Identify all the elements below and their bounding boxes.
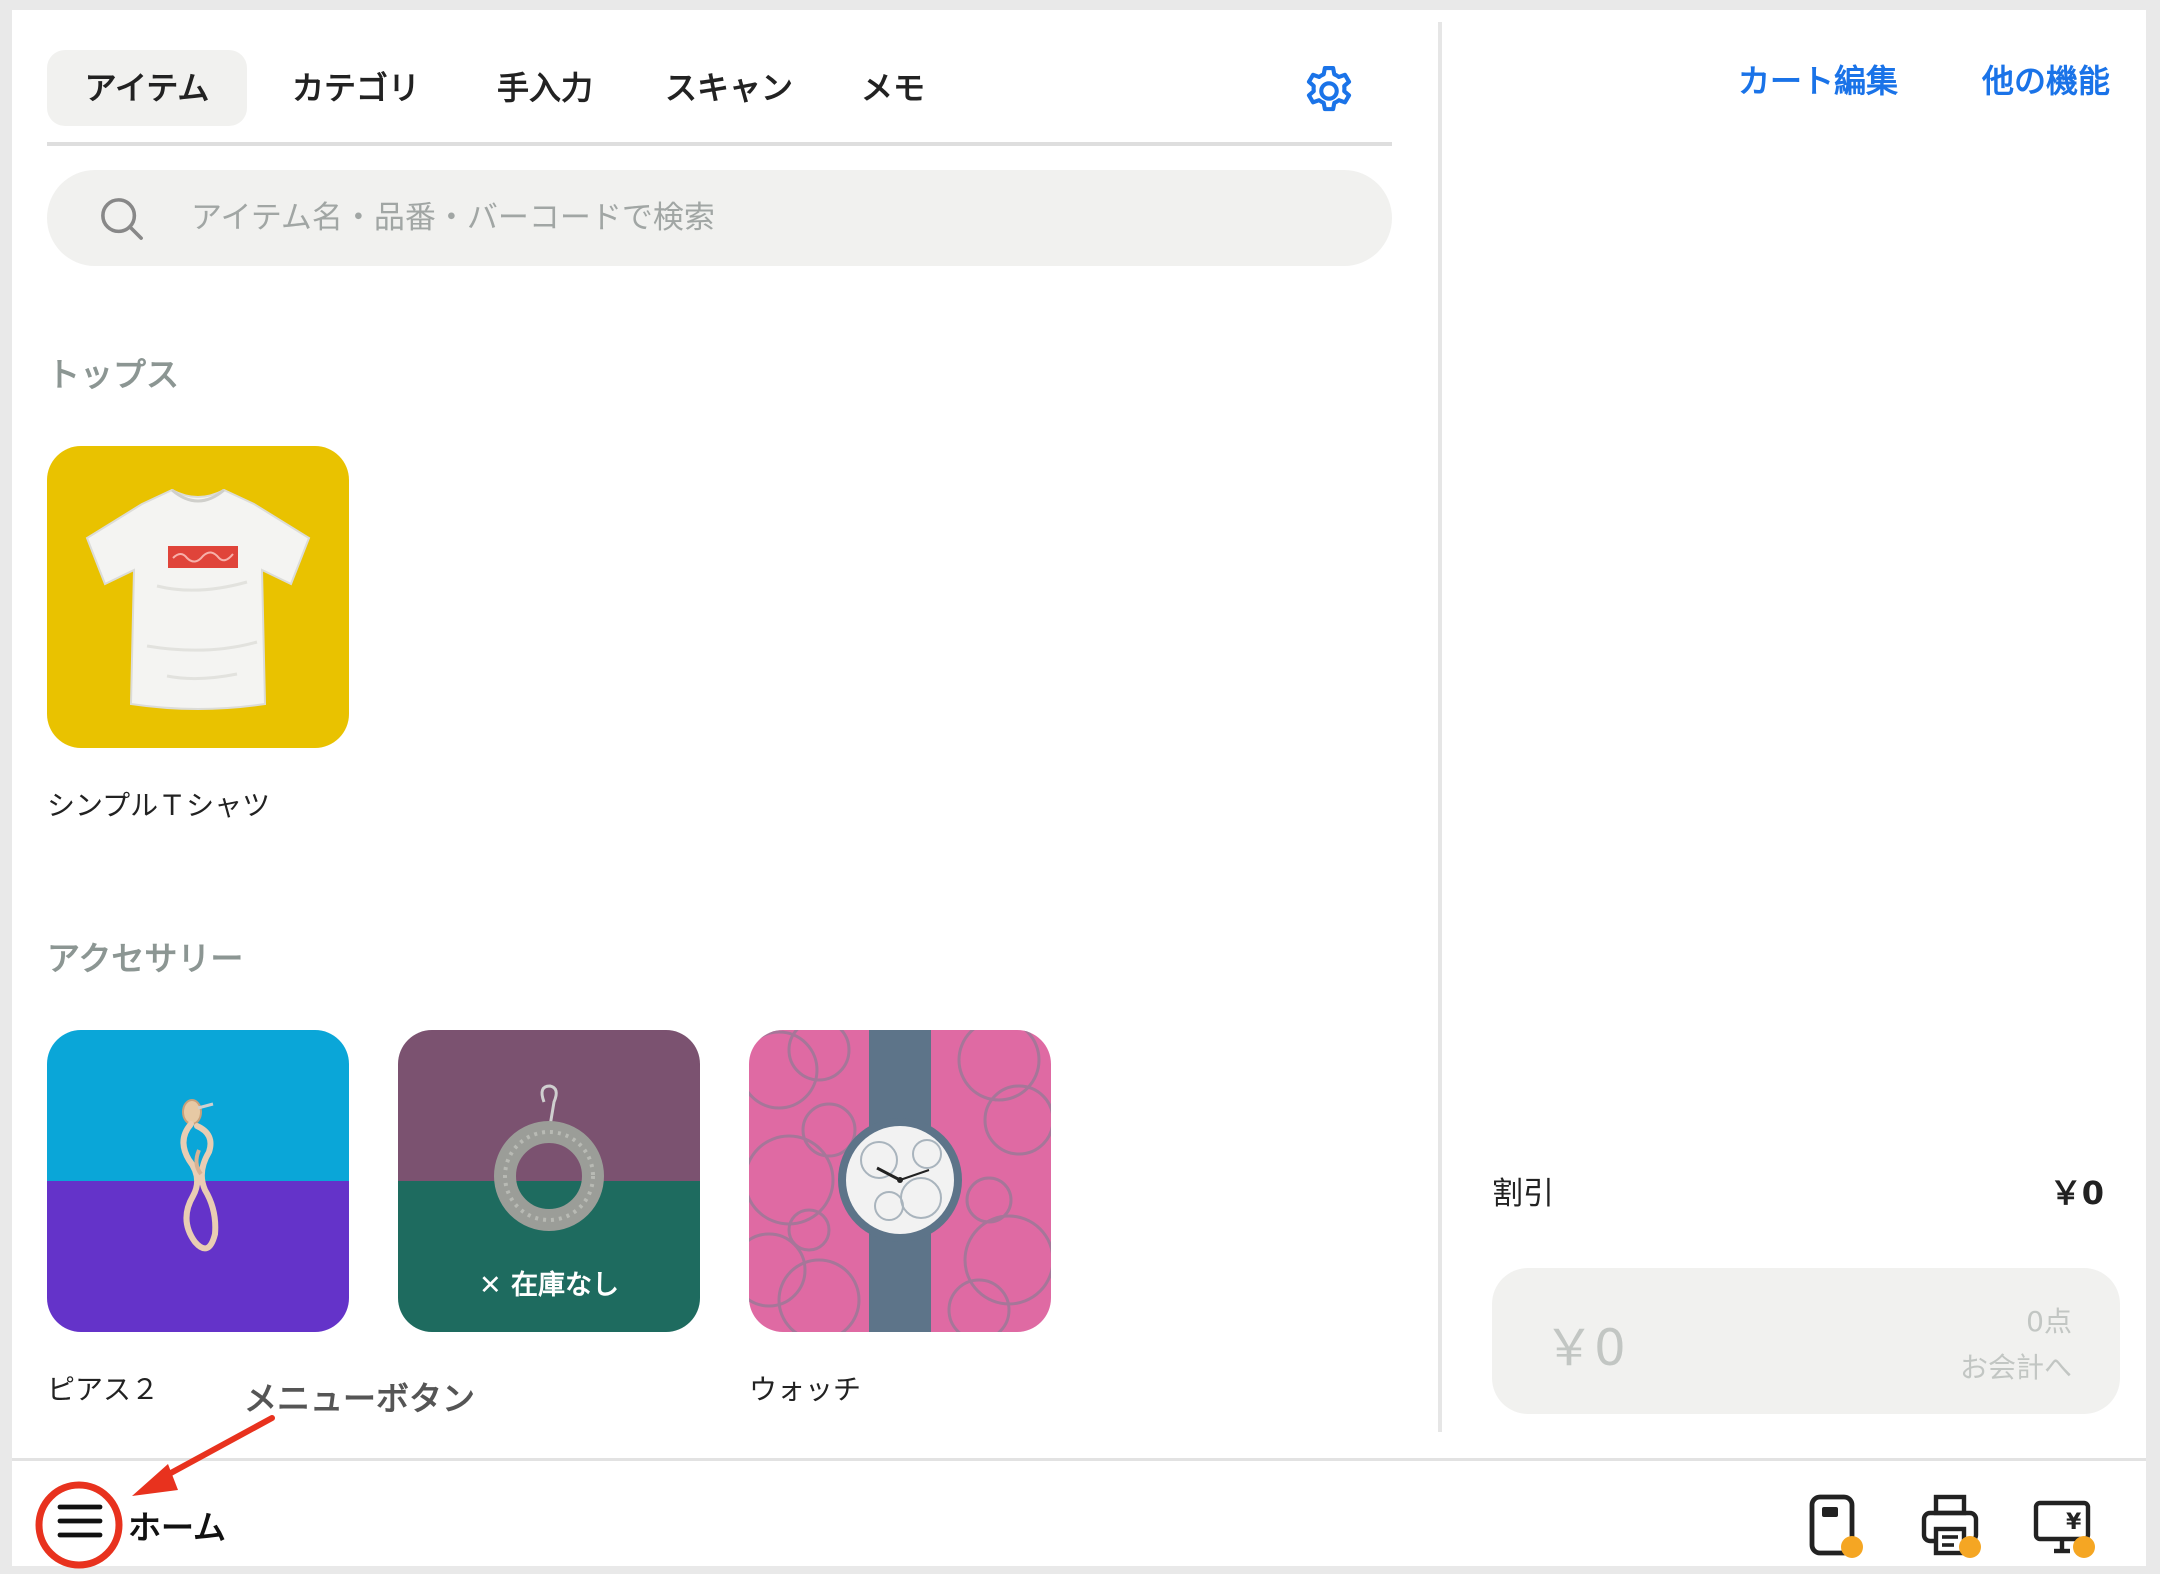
cart-panel: カート編集 他の機能 割引 ￥0 ￥0 0点 お会計へ: [1442, 10, 2146, 1456]
bottom-bar: ホーム ¥: [12, 1458, 2146, 1566]
search-icon: [101, 198, 143, 240]
item-card-earrings[interactable]: ピアス２: [47, 1030, 349, 1410]
item-image-tshirt: [47, 446, 349, 748]
item-count: 0点: [2026, 1305, 2072, 1338]
gear-icon[interactable]: [1300, 62, 1358, 120]
checkout-button[interactable]: ￥0 0点 お会計へ: [1492, 1268, 2120, 1414]
page-title: ホーム: [128, 1508, 227, 1547]
section-title-tops: トップス: [47, 355, 179, 394]
checkout-label: お会計へ: [1959, 1351, 2072, 1384]
item-name-tshirt: シンプルＴシャツ: [47, 789, 271, 822]
section-title-accessories: アクセサリー: [47, 939, 244, 978]
item-panel: アイテム カテゴリ 手入力 スキャン メモ アイテム名・品番・バーコードで検索 …: [12, 10, 1440, 1456]
tab-categories[interactable]: カテゴリ: [261, 50, 451, 126]
discount-row[interactable]: 割引 ￥0: [1492, 1168, 2104, 1218]
discount-value: ￥0: [2049, 1174, 2104, 1212]
tab-scan[interactable]: スキャン: [639, 50, 819, 126]
item-image-earrings: [47, 1030, 349, 1332]
item-image-ring-earring: ✕ 在庫なし: [398, 1030, 700, 1332]
tab-memo[interactable]: メモ: [833, 50, 953, 126]
card-reader-icon[interactable]: [1800, 1491, 1868, 1559]
search-field[interactable]: アイテム名・品番・バーコードで検索: [47, 170, 1392, 266]
app-frame: アイテム カテゴリ 手入力 スキャン メモ アイテム名・品番・バーコードで検索 …: [12, 10, 2146, 1566]
tab-bar: アイテム カテゴリ 手入力 スキャン メモ: [47, 40, 1392, 146]
item-name-watch: ウォッチ: [749, 1373, 862, 1406]
receipt-printer-icon[interactable]: [1916, 1491, 1984, 1559]
cart-total: ￥0: [1544, 1319, 1626, 1377]
item-card-tshirt[interactable]: シンプルＴシャツ: [47, 446, 349, 826]
item-image-watch: [749, 1030, 1051, 1332]
menu-icon[interactable]: [48, 1489, 112, 1553]
item-card-out-of-stock[interactable]: ✕ 在庫なし: [398, 1030, 700, 1410]
tab-manual-entry[interactable]: 手入力: [465, 50, 625, 126]
discount-label: 割引: [1492, 1176, 1554, 1212]
close-icon: ✕: [478, 1270, 512, 1301]
tab-items[interactable]: アイテム: [47, 50, 247, 126]
svg-text:¥: ¥: [2066, 1510, 2082, 1535]
cart-edit-button[interactable]: カート編集: [1738, 56, 1898, 102]
annotation-label: メニューボタン: [244, 1379, 475, 1418]
search-input[interactable]: アイテム名・品番・バーコードで検索: [191, 170, 715, 266]
customer-display-icon[interactable]: ¥: [2030, 1491, 2098, 1559]
more-functions-button[interactable]: 他の機能: [1982, 56, 2110, 102]
item-card-watch[interactable]: ウォッチ: [749, 1030, 1051, 1410]
out-of-stock-badge: ✕ 在庫なし: [478, 1270, 620, 1301]
